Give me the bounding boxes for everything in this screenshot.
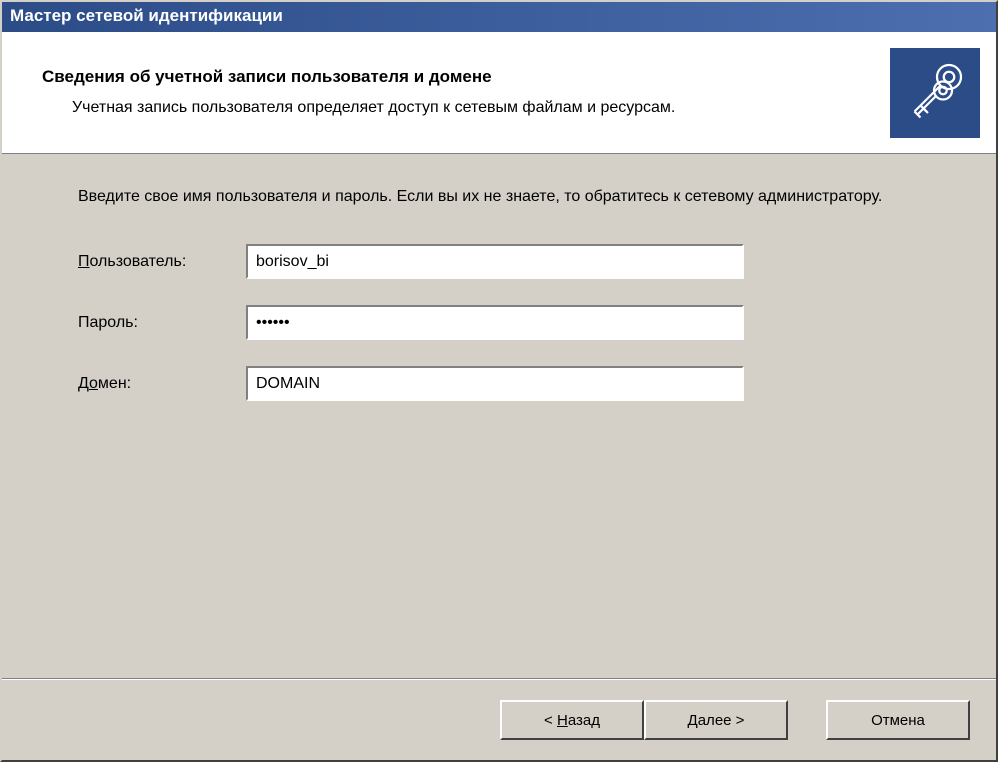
wizard-window: Мастер сетевой идентификации Сведения об… bbox=[0, 0, 998, 762]
titlebar: Мастер сетевой идентификации bbox=[2, 2, 996, 32]
header-title: Сведения об учетной записи пользователя … bbox=[42, 67, 856, 87]
instructions-text: Введите свое имя пользователя и пароль. … bbox=[78, 186, 898, 208]
header-subtitle: Учетная запись пользователя определяет д… bbox=[42, 97, 762, 119]
cancel-button[interactable]: Отмена bbox=[826, 700, 970, 740]
next-button[interactable]: Далее > bbox=[644, 700, 788, 740]
user-label: Пользователь: bbox=[78, 253, 246, 271]
button-row: < Назад Далее > Отмена bbox=[2, 680, 996, 760]
wizard-header: Сведения об учетной записи пользователя … bbox=[2, 32, 996, 154]
password-label: Пароль: bbox=[78, 314, 246, 332]
password-row: Пароль: bbox=[78, 305, 956, 340]
wizard-content: Введите свое имя пользователя и пароль. … bbox=[2, 154, 996, 678]
header-text-block: Сведения об учетной записи пользователя … bbox=[42, 67, 976, 119]
keys-icon bbox=[890, 48, 980, 138]
user-row: Пользователь: bbox=[78, 244, 956, 279]
domain-row: Домен: bbox=[78, 366, 956, 401]
domain-input[interactable] bbox=[246, 366, 744, 401]
back-button[interactable]: < Назад bbox=[500, 700, 644, 740]
password-input[interactable] bbox=[246, 305, 744, 340]
user-input[interactable] bbox=[246, 244, 744, 279]
window-title: Мастер сетевой идентификации bbox=[10, 6, 283, 26]
domain-label: Домен: bbox=[78, 375, 246, 393]
nav-button-group: < Назад Далее > bbox=[500, 700, 788, 740]
